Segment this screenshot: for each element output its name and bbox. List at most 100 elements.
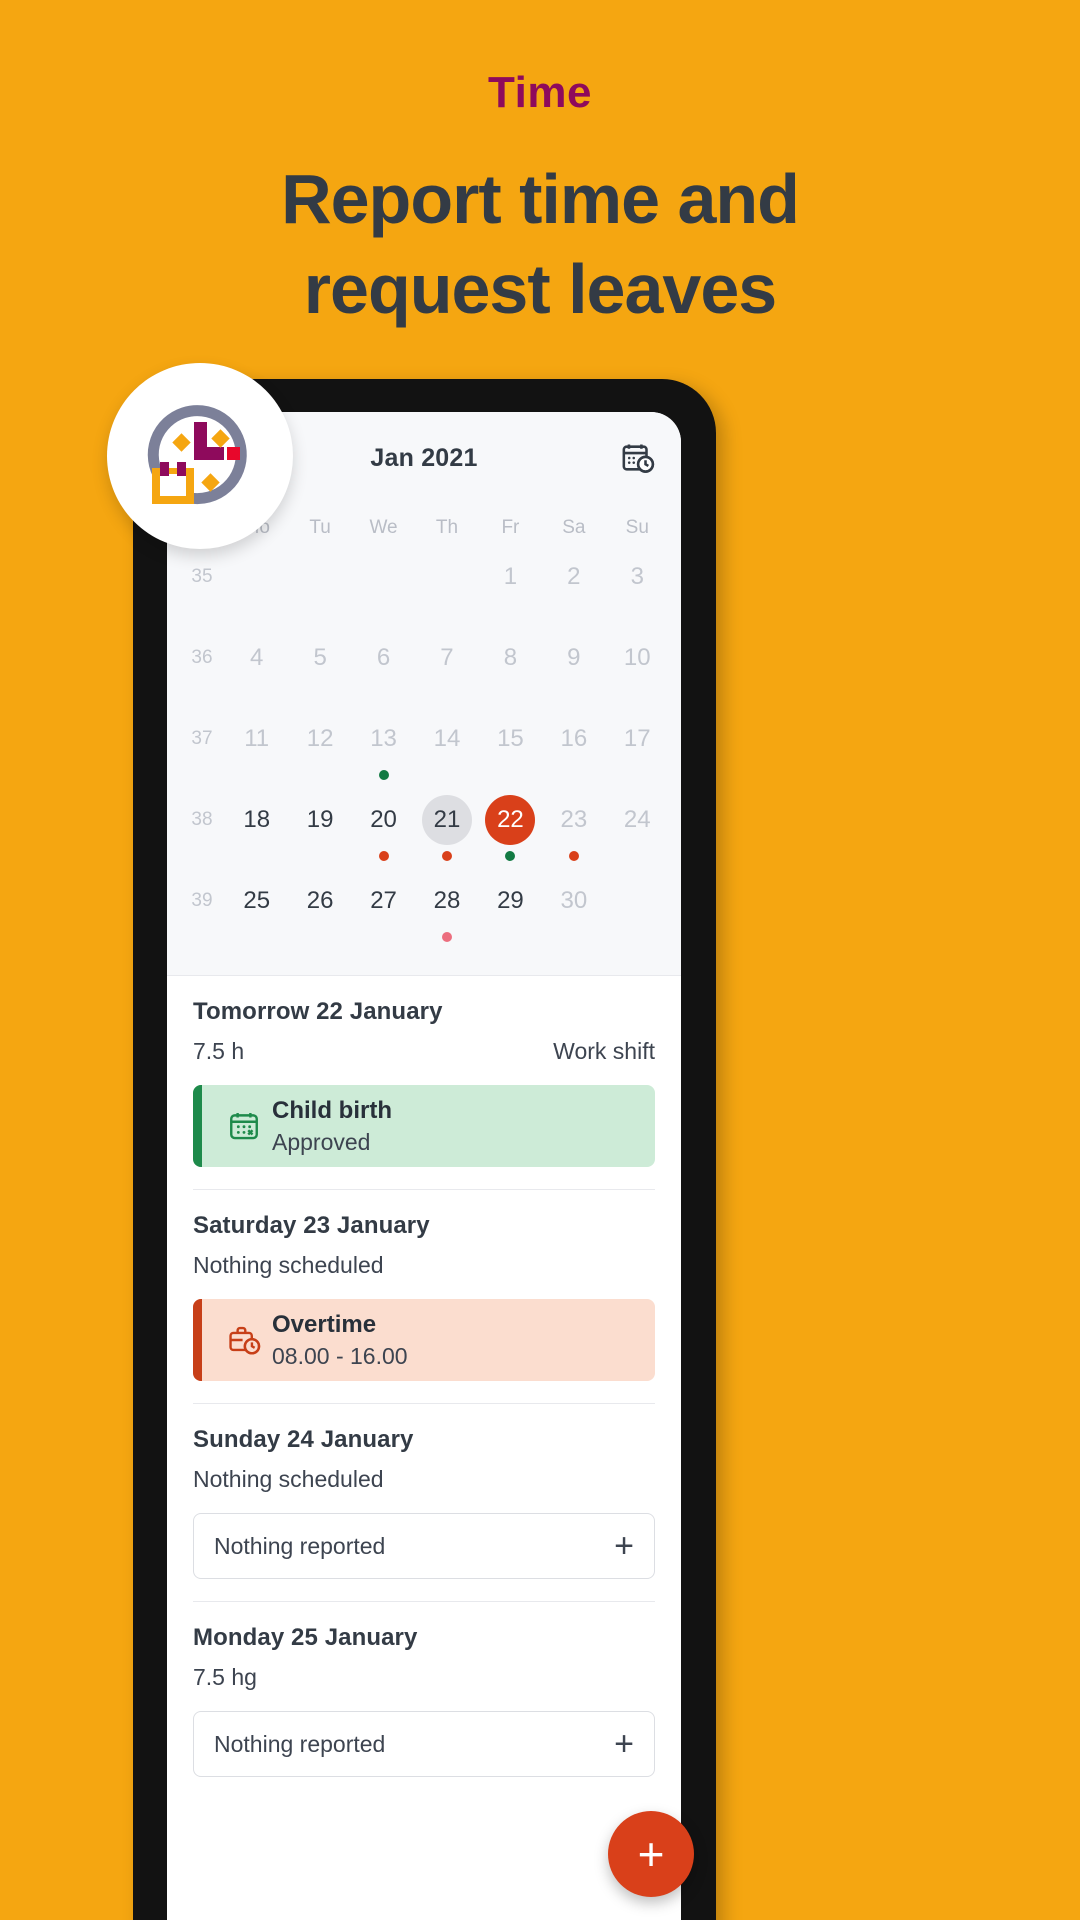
calendar-day-dot-green	[505, 851, 516, 861]
calendar-day-number: 23	[560, 806, 588, 833]
calendar-day-number: 29	[497, 887, 524, 914]
calendar-day-11[interactable]: 11	[225, 714, 288, 788]
calendar-day-24[interactable]: 24	[606, 795, 669, 869]
calendar-day-dot-none	[315, 770, 325, 780]
agenda-event-card[interactable]: Overtime 08.00 - 16.00	[193, 1299, 655, 1381]
agenda-event-card[interactable]: Child birth Approved	[193, 1085, 655, 1167]
calendar-day-number: 14	[433, 725, 461, 752]
calendar-day-15[interactable]: 15	[479, 714, 542, 788]
calendar-week-row: 36 4 5 6 7 8 9 10	[179, 633, 669, 714]
calendar-day-17[interactable]: 17	[606, 714, 669, 788]
week-number: 35	[191, 566, 213, 587]
calendar-day-26[interactable]: 26	[288, 876, 351, 950]
calendar-day-number: 17	[623, 725, 651, 752]
calendar-day-dot-none	[315, 608, 325, 618]
calendar-day-21[interactable]: 21	[415, 795, 478, 869]
event-accent-bar	[193, 1299, 202, 1381]
calendar-day-number: 7	[440, 644, 454, 671]
calendar-day-dot-none	[505, 932, 515, 942]
calendar-day-dot-none	[569, 689, 579, 699]
calendar-day-13[interactable]: 13	[352, 714, 415, 788]
calendar-day-empty	[225, 552, 288, 626]
plus-icon[interactable]: +	[614, 1529, 634, 1563]
calendar-day-dot-none	[379, 932, 389, 942]
calendar-day-29[interactable]: 29	[479, 876, 542, 950]
event-title: Child birth	[272, 1096, 392, 1124]
agenda-day: Tomorrow 22 January 7.5 h Work shift Child …	[193, 976, 655, 1167]
calendar-day-number: 24	[623, 806, 651, 833]
calendar-day-20[interactable]: 20	[352, 795, 415, 869]
calendar-day-dot-none	[252, 608, 262, 618]
calendar-day-dot-red	[441, 851, 452, 861]
calendar-day-27[interactable]: 27	[352, 876, 415, 950]
calendar-day-dot-none	[505, 608, 515, 618]
calendar-day-28[interactable]: 28	[415, 876, 478, 950]
calendar-day-9[interactable]: 9	[542, 633, 605, 707]
calendar-day-dot-none	[442, 689, 452, 699]
promo-headline-line-1: Report time and	[281, 160, 800, 238]
calendar-day-dot-none	[379, 608, 389, 618]
weekday-su: Su	[625, 517, 649, 538]
calendar-day-number: 4	[250, 644, 264, 671]
calendar-day-dot-none	[315, 689, 325, 699]
calendar-day-dot-none	[442, 770, 452, 780]
calendar-day-number: 22	[485, 795, 536, 845]
calendar-day-25[interactable]: 25	[225, 876, 288, 950]
calendar-day-30[interactable]: 30	[542, 876, 605, 950]
calendar-day-dot-none	[569, 932, 579, 942]
event-subtitle: Approved	[272, 1128, 371, 1155]
calendar-day-8[interactable]: 8	[479, 633, 542, 707]
agenda-day: Sunday 24 January Nothing scheduled Nothin…	[193, 1403, 655, 1579]
calendar-day-3[interactable]: 3	[606, 552, 669, 626]
calendar-day-10[interactable]: 10	[606, 633, 669, 707]
agenda-subline: Nothing scheduled	[193, 1252, 655, 1279]
calendar-day-dot-none	[252, 851, 262, 861]
calendar-day-number	[295, 552, 345, 602]
calendar-day-1[interactable]: 1	[479, 552, 542, 626]
time-calendar-clock-app-icon	[138, 392, 262, 521]
calendar-day-number: 28	[433, 887, 461, 914]
calendar-day-23[interactable]: 23	[542, 795, 605, 869]
calendar-clock-icon[interactable]	[621, 441, 655, 475]
promo-headline-line-2: request leaves	[303, 249, 777, 328]
agenda-date-label: Sunday 24 January	[193, 1426, 414, 1453]
calendar-day-2[interactable]: 2	[542, 552, 605, 626]
calendar-day-number	[232, 552, 282, 602]
agenda-day: Monday 25 January 7.5 hg Nothing reported +	[193, 1601, 655, 1777]
briefcase-clock-icon	[216, 1323, 272, 1357]
calendar-day-12[interactable]: 12	[288, 714, 351, 788]
calendar-day-22[interactable]: 22	[479, 795, 542, 869]
calendar-week-row: 35 1 2 3	[179, 552, 669, 633]
calendar-day-dot-none	[379, 689, 389, 699]
agenda-date-label: Tomorrow 22 January	[193, 998, 443, 1025]
calendar-day-dot-none	[632, 932, 642, 942]
calendar-day-empty	[288, 552, 351, 626]
plus-icon[interactable]: +	[614, 1727, 634, 1761]
agenda-shift-label: Work shift	[553, 1038, 655, 1064]
calendar-day-14[interactable]: 14	[415, 714, 478, 788]
calendar-day-dot-none	[442, 608, 452, 618]
calendar-grid: Mo Tu We Th Fr Sa Su 3512336456789103711…	[167, 504, 681, 957]
calendar-day-16[interactable]: 16	[542, 714, 605, 788]
calendar-day-dot-none	[315, 932, 325, 942]
calendar-day-empty	[415, 552, 478, 626]
nothing-reported-box[interactable]: Nothing reported +	[193, 1513, 655, 1579]
week-number: 36	[191, 647, 213, 668]
calendar-day-19[interactable]: 19	[288, 795, 351, 869]
add-entry-fab[interactable]: +	[608, 1811, 694, 1897]
calendar-day-7[interactable]: 7	[415, 633, 478, 707]
calendar-day-number: 3	[630, 563, 644, 590]
calendar-day-number: 11	[244, 725, 270, 752]
agenda-list: Tomorrow 22 January 7.5 h Work shift Child …	[167, 976, 681, 1777]
calendar-weeks: 35 1 2 3 36 4 5 6 7 8 9 10 37 11 12 13 14 15 16 17 38 18 19 20 2…	[179, 552, 669, 957]
calendar-day-dot-none	[505, 689, 515, 699]
calendar-day-4[interactable]: 4	[225, 633, 288, 707]
agenda-hours: Nothing scheduled	[193, 1252, 384, 1278]
nothing-reported-label: Nothing reported	[214, 1730, 386, 1757]
calendar-day-5[interactable]: 5	[288, 633, 351, 707]
calendar-day-18[interactable]: 18	[225, 795, 288, 869]
nothing-reported-box[interactable]: Nothing reported +	[193, 1711, 655, 1777]
phone-screen: Jan 2021 Tu We Th Fr Sa Su 35 1 2 3 36 4…	[167, 412, 681, 1920]
calendar-day-6[interactable]: 6	[352, 633, 415, 707]
calendar-day-empty	[352, 552, 415, 626]
